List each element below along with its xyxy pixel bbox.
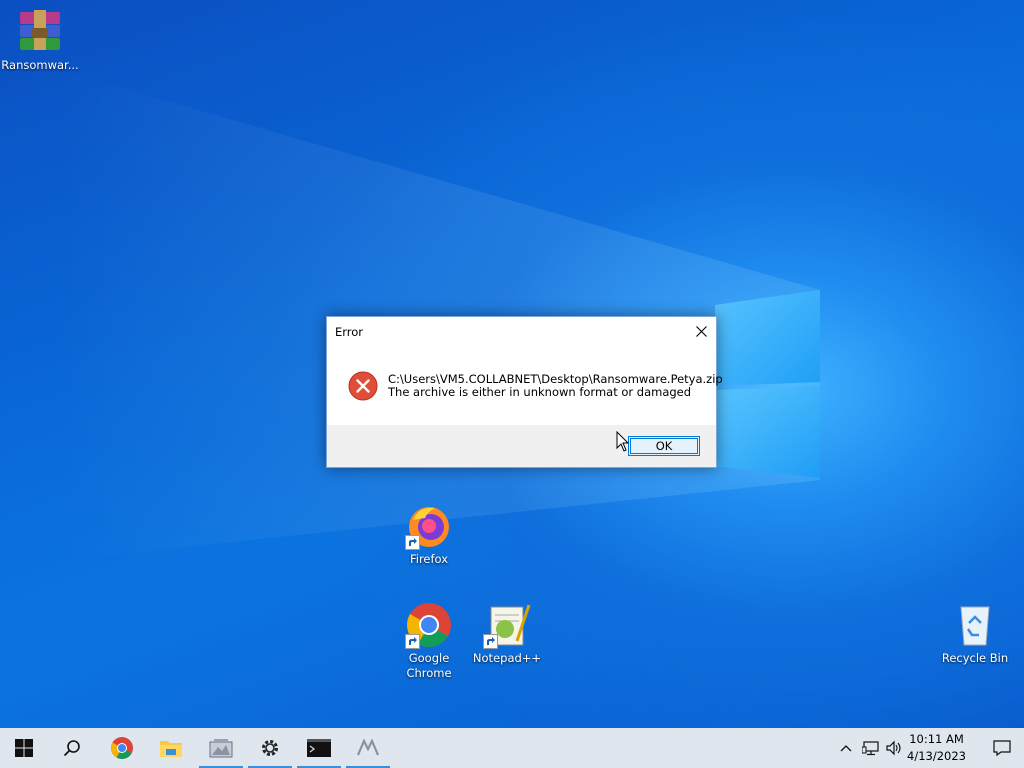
show-hidden-icons-button[interactable] (836, 728, 856, 768)
network-icon (862, 741, 879, 756)
shortcut-arrow-icon (405, 634, 420, 649)
error-icon (348, 371, 378, 401)
file-explorer-icon (160, 741, 182, 757)
desktop-icon-notepadpp[interactable]: Notepad++ (467, 601, 547, 666)
desktop-icon-chrome[interactable]: Google Chrome (389, 601, 469, 681)
desktop-icon-label: Google Chrome (406, 651, 452, 680)
shortcut-arrow-icon (483, 634, 498, 649)
close-button[interactable] (686, 317, 716, 345)
taskbar: 10:11 AM 4/13/2023 (0, 728, 1024, 768)
desktop-icon-label: Ransomwar... (1, 58, 79, 72)
start-button[interactable] (0, 728, 48, 768)
notepadpp-icon (483, 601, 531, 649)
notification-icon (993, 740, 1011, 757)
winrar-icon (209, 739, 233, 758)
chrome-icon (405, 601, 453, 649)
clock-time: 10:11 AM (909, 732, 964, 746)
network-button[interactable] (860, 728, 882, 768)
taskbar-app[interactable] (344, 728, 392, 768)
desktop-icon-label: Notepad++ (472, 651, 542, 665)
mouse-cursor-icon (616, 431, 630, 452)
error-text: The archive is either in unknown format … (388, 385, 692, 399)
dialog-titlebar[interactable]: Error (327, 317, 716, 345)
firefox-icon (405, 502, 453, 550)
chrome-icon (111, 737, 133, 759)
shortcut-arrow-icon (405, 535, 420, 550)
recycle-bin-icon (951, 601, 999, 649)
dialog-body: C:\Users\VM5.COLLABNET\Desktop\Ransomwar… (327, 345, 723, 425)
speaker-icon (886, 740, 901, 756)
notifications-button[interactable] (992, 738, 1012, 761)
taskbar-chrome[interactable] (98, 728, 146, 768)
settings-icon (262, 740, 278, 756)
dialog-message: C:\Users\VM5.COLLABNET\Desktop\Ransomwar… (388, 373, 723, 399)
error-dialog: Error C:\Users\VM5.COLLABNET\Desktop\Ran… (326, 316, 723, 468)
desktop-icon-label: Firefox (409, 552, 449, 566)
volume-button[interactable] (884, 728, 904, 768)
ok-button[interactable]: OK (628, 436, 700, 456)
terminal-icon (307, 739, 331, 757)
desktop-icon-firefox[interactable]: Firefox (389, 502, 469, 567)
desktop-icon-label: Recycle Bin (941, 651, 1009, 665)
clock-date: 4/13/2023 (907, 749, 966, 763)
chevron-up-icon (840, 745, 852, 752)
taskbar-terminal[interactable] (295, 728, 343, 768)
taskbar-settings[interactable] (246, 728, 294, 768)
desktop-icon-recycle-bin[interactable]: Recycle Bin (935, 601, 1015, 666)
taskbar-file-explorer[interactable] (147, 728, 195, 768)
start-icon (15, 739, 33, 757)
dialog-title: Error (335, 325, 364, 339)
close-icon (695, 325, 707, 337)
dialog-footer: OK (327, 425, 716, 467)
desktop-icon-ransomware[interactable]: Ransomwar... (0, 8, 80, 73)
app-icon (356, 739, 380, 756)
winrar-archive-icon (16, 8, 64, 56)
search-icon (63, 740, 80, 757)
clock[interactable]: 10:11 AM 4/13/2023 (907, 731, 966, 765)
search-button[interactable] (48, 728, 96, 768)
taskbar-winrar[interactable] (197, 728, 245, 768)
